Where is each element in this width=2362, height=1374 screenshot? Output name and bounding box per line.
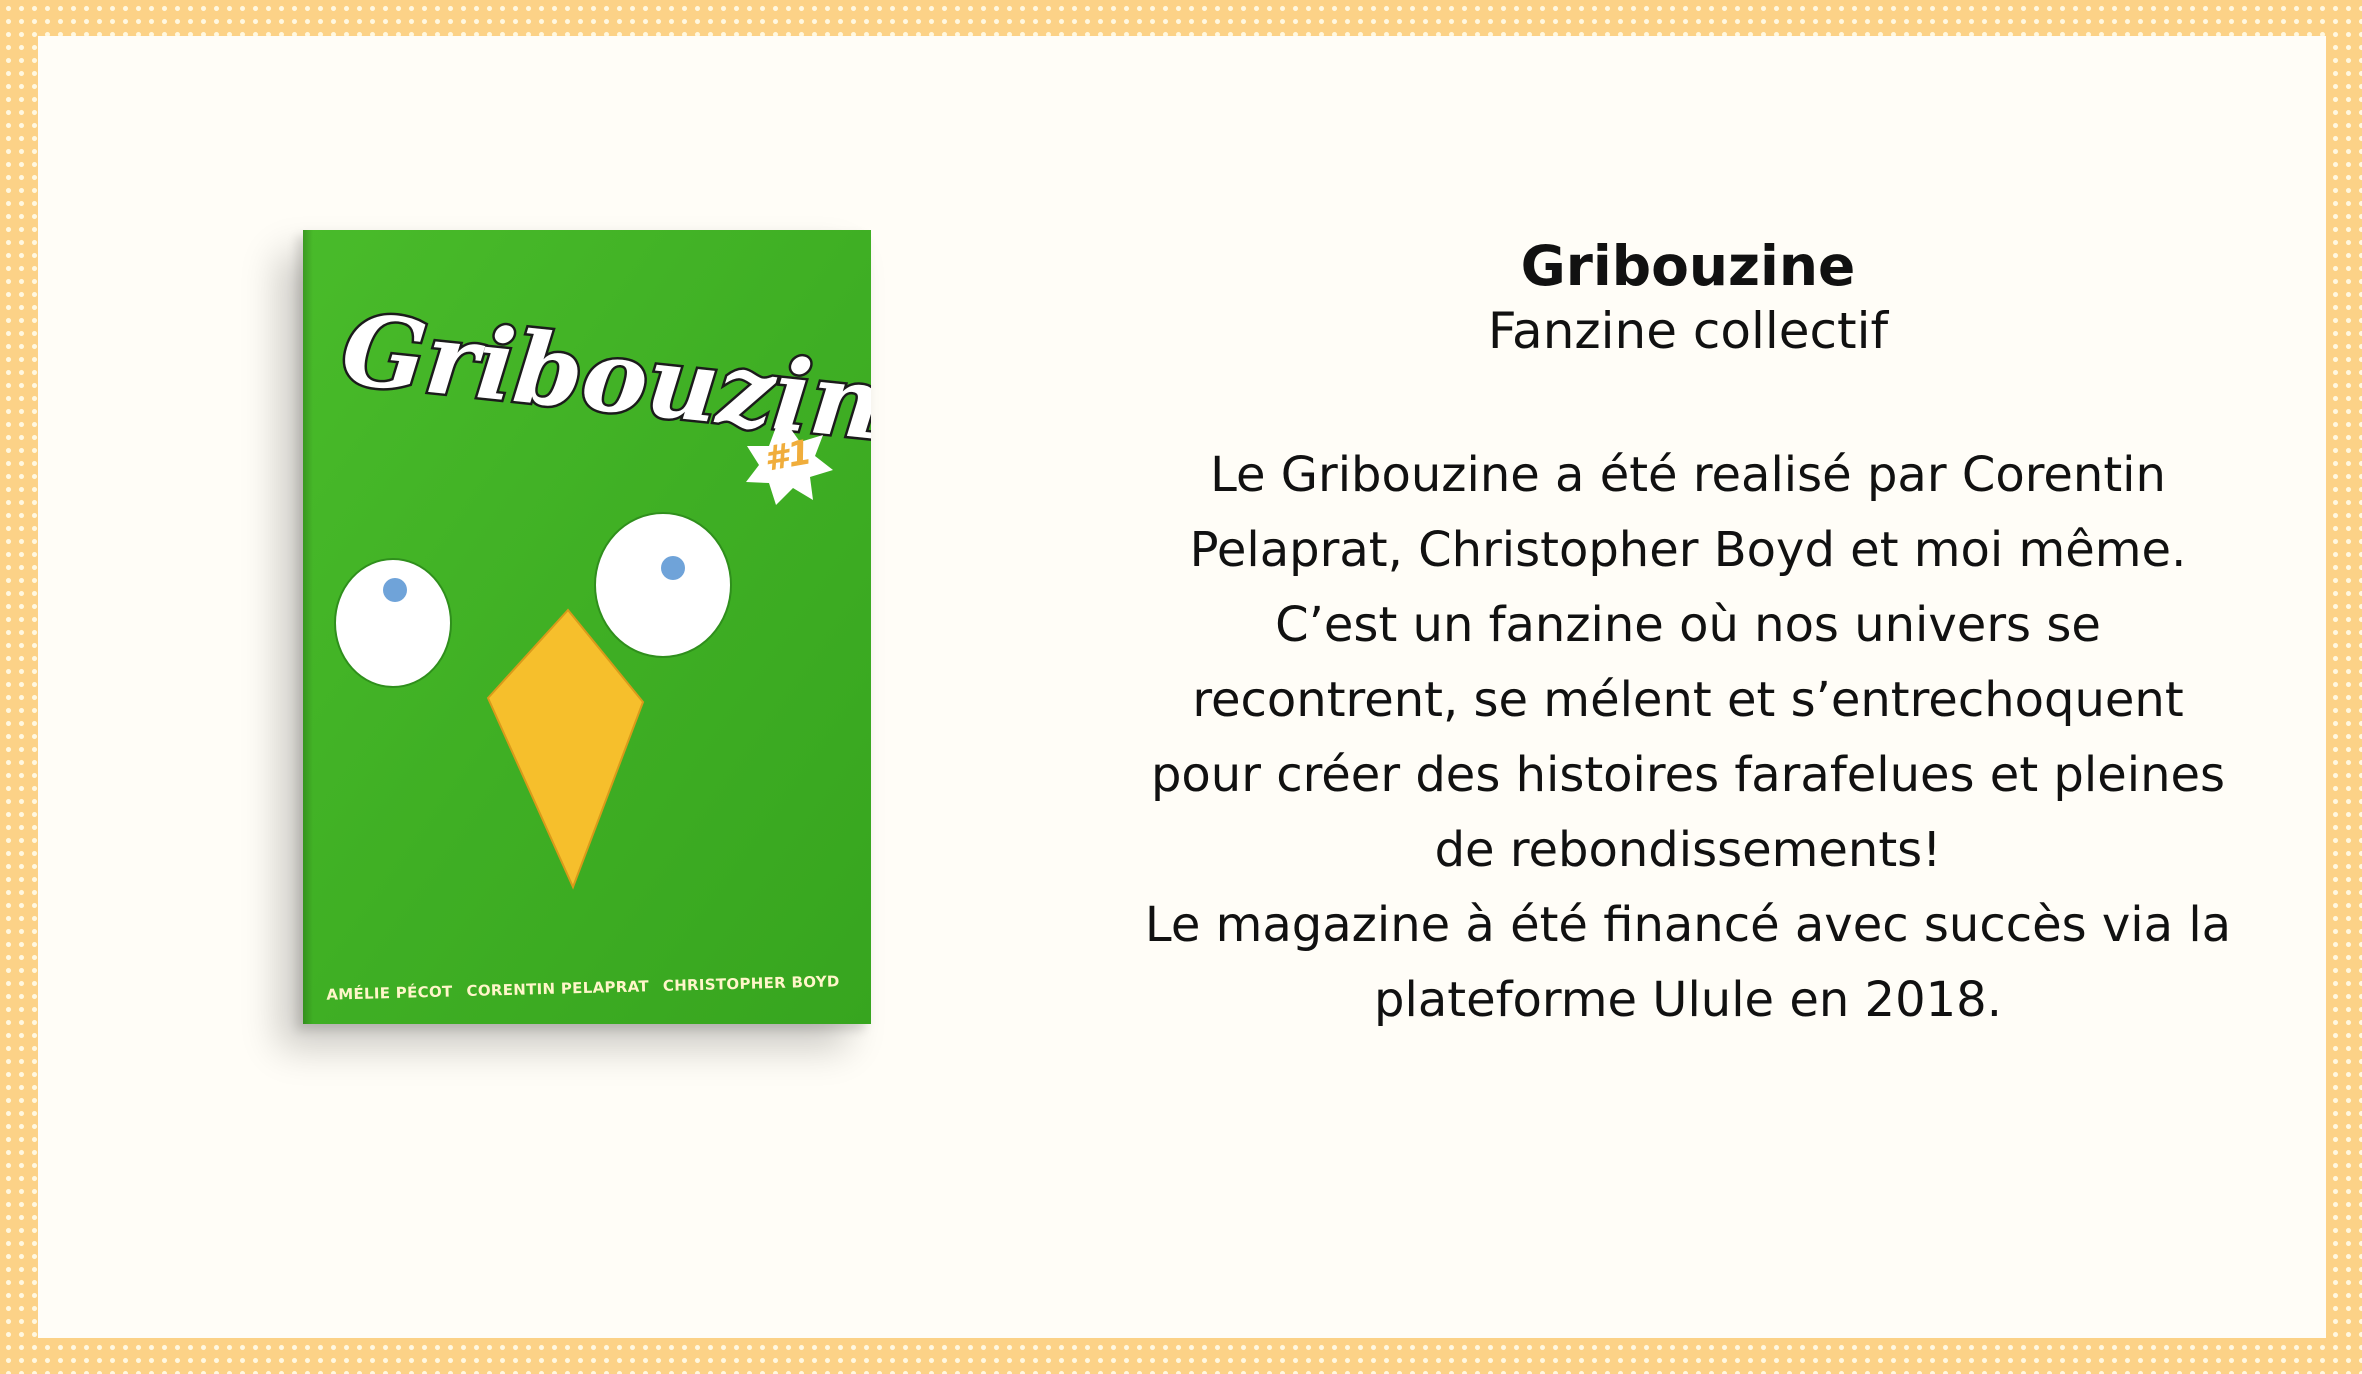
book-cover-illustration: Gribouzine (303, 230, 871, 1024)
project-title: Gribouzine (1520, 234, 1856, 298)
description-line: pour créer des histoires farafelues et p… (1150, 747, 2226, 803)
project-subtitle: Fanzine collectif (1487, 302, 1889, 360)
description-line: recontrent, se mélent et s’entrechoquent (1192, 672, 2184, 728)
description-line: C’est un fanzine où nos univers se (1275, 597, 2101, 653)
dotted-border-frame: Gribouzine #1 AMÉLIE PÉCOT CORENTIN PELA… (0, 0, 2362, 1374)
right-pupil (661, 556, 685, 580)
description-line: plateforme Ulule en 2018. (1374, 972, 2002, 1028)
description-line: Le Gribouzine a été realisé par Corentin (1210, 447, 2166, 503)
content-panel: Gribouzine #1 AMÉLIE PÉCOT CORENTIN PELA… (38, 36, 2326, 1338)
project-description: Le Gribouzine a été realisé par Corentin… (1083, 438, 2293, 1038)
left-pupil (383, 578, 407, 602)
book-cover-image: Gribouzine #1 AMÉLIE PÉCOT CORENTIN PELA… (303, 230, 871, 1024)
description-line: Pelaprat, Christopher Boyd et moi même. (1189, 522, 2187, 578)
cover-author: AMÉLIE PÉCOT (326, 982, 453, 1004)
book-spine-shadow (303, 230, 313, 1024)
description-block: Gribouzine Fanzine collectif Le Gribouzi… (1083, 236, 2293, 1038)
right-eye (594, 512, 732, 658)
description-line: de rebondissements! (1434, 822, 1942, 878)
description-line: Le magazine à été financé avec succès vi… (1144, 897, 2232, 953)
